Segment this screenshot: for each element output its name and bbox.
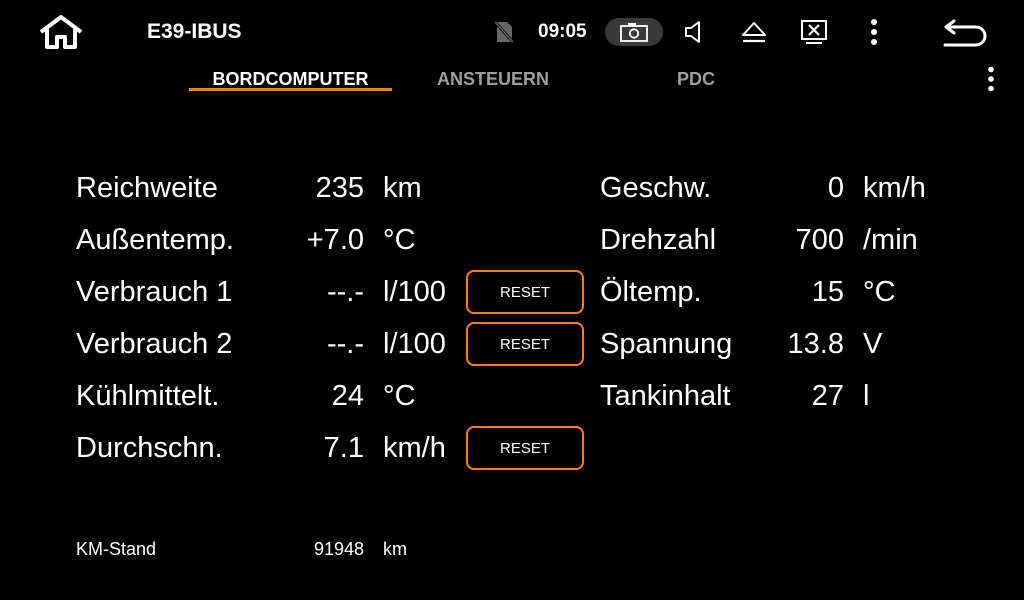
- value-drehzahl: 700: [795, 224, 844, 256]
- label-tankinhalt: Tankinhalt: [600, 380, 731, 412]
- label-oeltemp: Öltemp.: [600, 276, 702, 308]
- value-tankinhalt: 27: [811, 380, 844, 412]
- volume-icon[interactable]: [680, 10, 710, 54]
- unit-geschw: km/h: [863, 172, 926, 204]
- more-vert-icon[interactable]: [862, 10, 886, 54]
- unit-durchschn: km/h: [383, 432, 446, 464]
- home-icon[interactable]: [34, 10, 88, 54]
- value-reichweite: 235: [315, 172, 364, 204]
- odometer-value: 91948: [313, 539, 364, 559]
- value-verbrauch-2: --.-: [326, 328, 364, 360]
- unit-verbrauch-2: l/100: [383, 328, 446, 360]
- unit-tankinhalt: l: [863, 380, 870, 412]
- reset-verbrauch-1-button[interactable]: RESET: [466, 270, 584, 314]
- value-spannung: 13.8: [787, 328, 844, 360]
- unit-spannung: V: [863, 328, 883, 360]
- value-durchschn: 7.1: [323, 432, 364, 464]
- value-oeltemp: 15: [811, 276, 844, 308]
- reset-durchschn-button[interactable]: RESET: [466, 426, 584, 470]
- value-verbrauch-1: --.-: [326, 276, 364, 308]
- label-verbrauch-2: Verbrauch 2: [76, 328, 233, 360]
- unit-oeltemp: °C: [863, 276, 896, 308]
- clock: 09:05: [538, 21, 587, 42]
- close-window-icon[interactable]: [798, 10, 830, 54]
- label-durchschn: Durchschn.: [76, 432, 223, 464]
- tab-ansteuern[interactable]: ANSTEUERN: [410, 69, 576, 90]
- label-drehzahl: Drehzahl: [600, 224, 717, 256]
- tab-overflow-icon[interactable]: [980, 64, 1002, 94]
- unit-drehzahl: /min: [863, 224, 918, 256]
- label-reichweite: Reichweite: [76, 172, 218, 204]
- odometer-unit: km: [383, 539, 407, 559]
- label-aussentemp: Außentemp.: [76, 224, 234, 256]
- tab-pdc[interactable]: PDC: [646, 69, 746, 90]
- screenshot-icon[interactable]: [604, 10, 664, 54]
- label-kuehlmittelt: Kühlmittelt.: [76, 380, 220, 412]
- status-bar: E39-IBUS 09:05: [0, 0, 1024, 64]
- unit-aussentemp: °C: [383, 224, 416, 256]
- reset-verbrauch-2-button[interactable]: RESET: [466, 322, 584, 366]
- value-aussentemp: +7.0: [306, 224, 364, 256]
- tab-indicator: [189, 88, 392, 91]
- unit-kuehlmittelt: °C: [383, 380, 416, 412]
- unit-verbrauch-1: l/100: [383, 276, 446, 308]
- label-geschw: Geschw.: [600, 172, 712, 204]
- app-title: E39-IBUS: [147, 20, 242, 43]
- back-icon[interactable]: [938, 10, 990, 54]
- value-kuehlmittelt: 24: [331, 380, 364, 412]
- eject-icon[interactable]: [738, 10, 770, 54]
- odometer-label: KM-Stand: [76, 539, 157, 559]
- tab-bar: BORDCOMPUTER ANSTEUERN PDC: [0, 64, 1024, 100]
- label-verbrauch-1: Verbrauch 1: [76, 276, 233, 308]
- value-geschw: 0: [827, 172, 844, 204]
- tab-bordcomputer[interactable]: BORDCOMPUTER: [189, 69, 392, 90]
- no-sim-icon: [492, 10, 516, 54]
- unit-reichweite: km: [383, 172, 422, 204]
- label-spannung: Spannung: [600, 328, 733, 360]
